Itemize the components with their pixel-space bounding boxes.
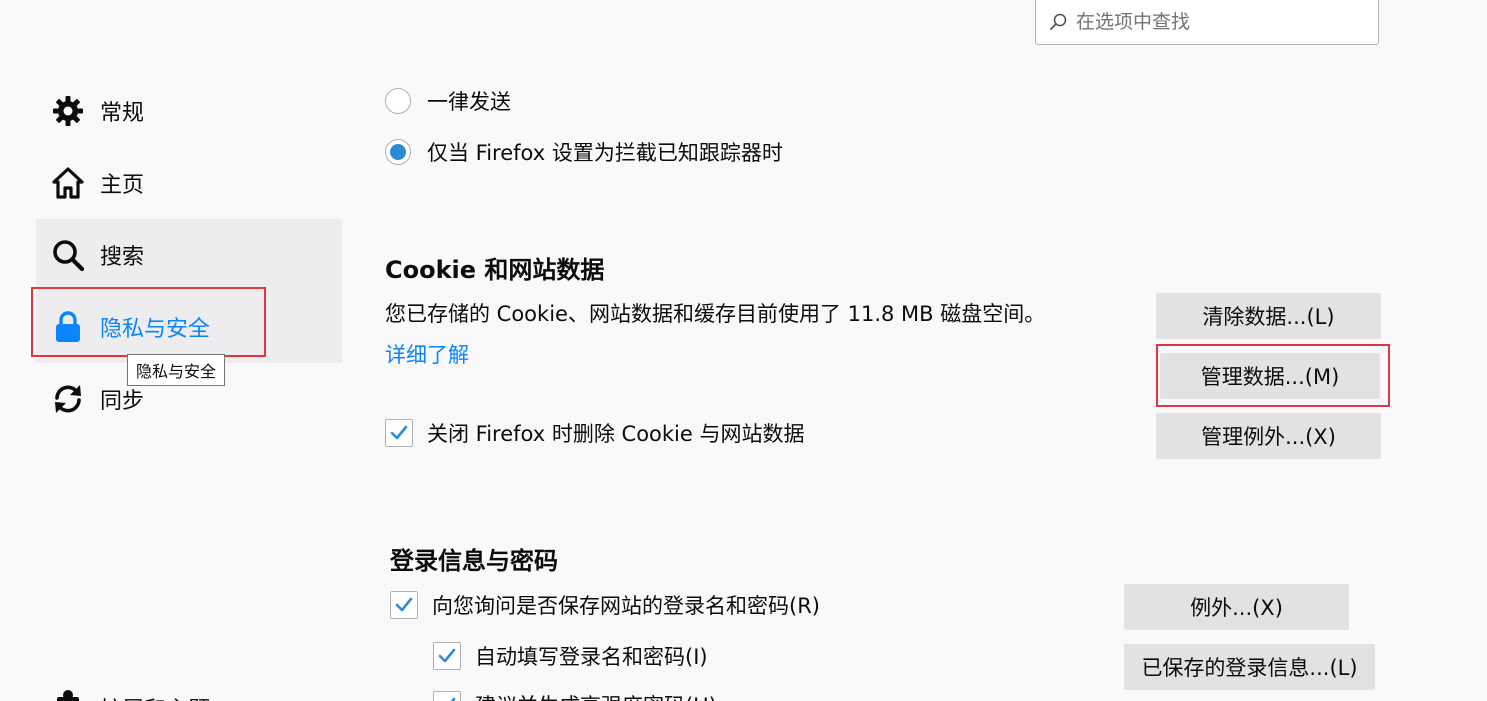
suggest-passwords-option[interactable]: 建议并生成高强度密码(U) (433, 690, 717, 701)
sidebar-item-label: 主页 (100, 173, 145, 198)
preferences-search-box[interactable] (1035, 0, 1379, 45)
home-icon (50, 165, 86, 201)
dnt-option-tracking[interactable]: 仅当 Firefox 设置为拦截已知跟踪器时 (385, 137, 783, 167)
highlight-box-privacy (31, 287, 266, 357)
cookies-section-title: Cookie 和网站数据 (385, 256, 605, 284)
delete-on-close-checkbox[interactable] (385, 419, 413, 447)
checkbox-label: 关闭 Firefox 时删除 Cookie 与网站数据 (427, 422, 805, 446)
autofill-logins-checkbox[interactable] (433, 642, 461, 670)
radio-label: 仅当 Firefox 设置为拦截已知跟踪器时 (427, 141, 783, 165)
sidebar-item-label: 同步 (100, 389, 145, 414)
sidebar-item-general[interactable]: 常规 (36, 75, 342, 147)
saved-logins-button[interactable]: 已保存的登录信息...(L) (1124, 644, 1375, 690)
checkmark-icon (390, 425, 408, 440)
clear-data-button[interactable]: 清除数据...(L) (1156, 293, 1381, 339)
ask-save-logins-option[interactable]: 向您询问是否保存网站的登录名和密码(R) (390, 590, 820, 620)
sidebar-item-addons[interactable]: 扩展和主题 (36, 682, 210, 701)
sidebar-item-home[interactable]: 主页 (36, 147, 342, 219)
sync-icon (50, 381, 86, 417)
suggest-passwords-checkbox[interactable] (433, 691, 461, 701)
dnt-option-always[interactable]: 一律发送 (385, 86, 511, 116)
checkbox-label: 自动填写登录名和密码(I) (475, 645, 708, 669)
sidebar-item-search[interactable]: 搜索 (36, 219, 342, 291)
highlight-box-manage-data (1156, 344, 1390, 407)
checkbox-label: 建议并生成高强度密码(U) (475, 690, 717, 701)
tooltip: 隐私与安全 (127, 354, 226, 386)
logins-section-title: 登录信息与密码 (390, 547, 558, 575)
learn-more-link[interactable]: 详细了解 (385, 339, 469, 369)
delete-on-close-option[interactable]: 关闭 Firefox 时删除 Cookie 与网站数据 (385, 418, 804, 448)
radio-label: 一律发送 (427, 90, 511, 114)
autofill-logins-option[interactable]: 自动填写登录名和密码(I) (433, 641, 708, 671)
checkmark-icon (450, 697, 456, 701)
puzzle-icon (50, 686, 86, 701)
checkbox-label: 向您询问是否保存网站的登录名和密码(R) (432, 594, 820, 618)
sidebar-item-label: 常规 (100, 101, 145, 126)
radio-always[interactable] (385, 88, 411, 114)
search-input[interactable] (1074, 10, 1368, 34)
radio-tracking[interactable] (385, 139, 411, 165)
cookies-usage-description: 您已存储的 Cookie、网站数据和缓存目前使用了 11.8 MB 磁盘空间。 (385, 302, 1046, 326)
login-exceptions-button[interactable]: 例外...(X) (1124, 584, 1349, 630)
checkmark-icon (395, 597, 413, 612)
ask-save-logins-checkbox[interactable] (390, 591, 418, 619)
search-icon (50, 237, 86, 273)
sidebar-item-label: 搜索 (100, 245, 145, 270)
gear-icon (50, 93, 86, 129)
firefox-preferences-page: 常规 主页 搜索 (0, 0, 1487, 701)
sidebar-item-label: 扩展和主题 (100, 692, 210, 701)
checkmark-icon (438, 648, 456, 663)
search-icon (1050, 13, 1067, 30)
manage-exceptions-button[interactable]: 管理例外...(X) (1156, 413, 1381, 459)
